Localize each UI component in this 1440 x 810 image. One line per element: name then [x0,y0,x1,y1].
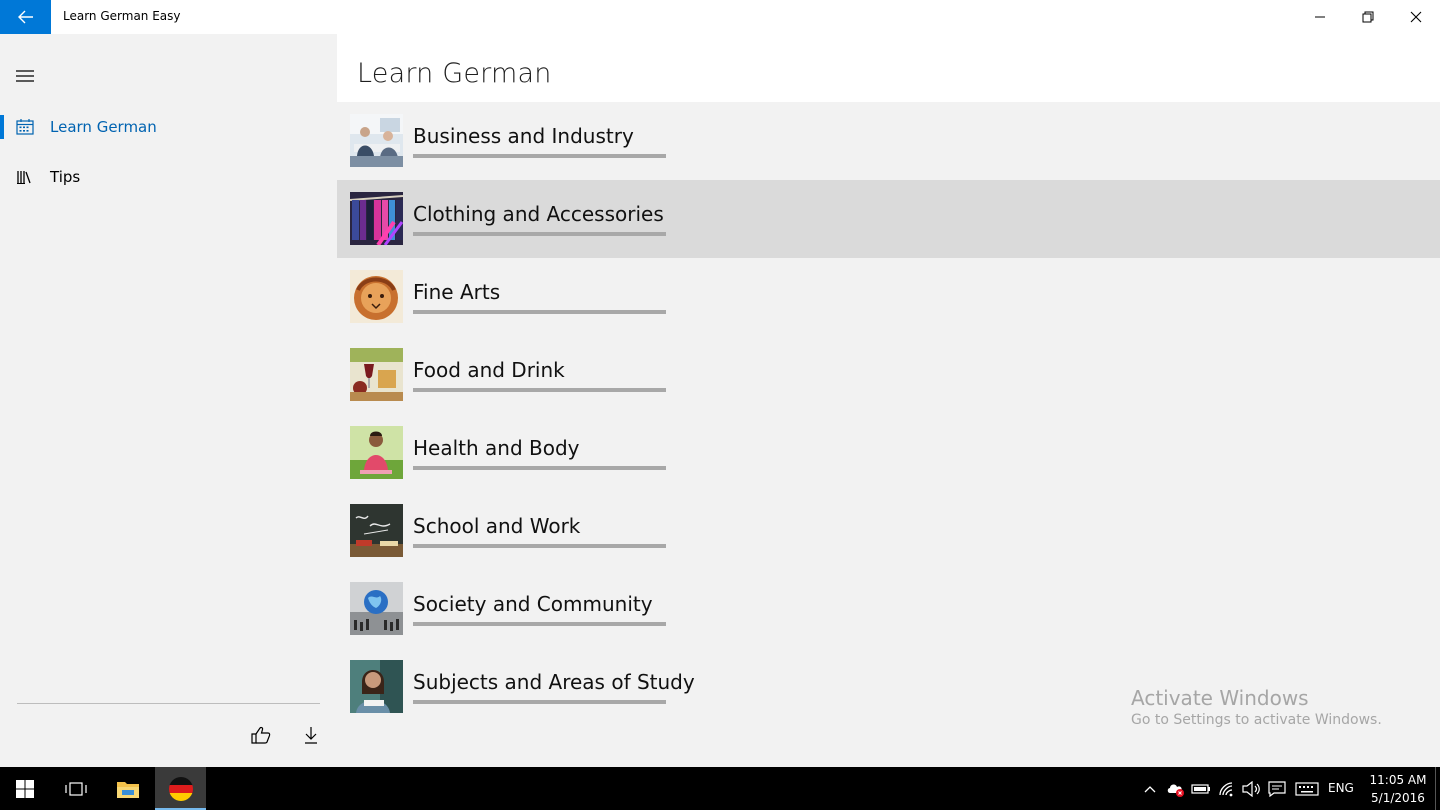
category-business-and-industry[interactable]: Business and Industry [337,102,1440,180]
category-health-and-body[interactable]: Health and Body [337,414,1440,492]
progress-underline [413,466,666,470]
learn-german-taskbar-app[interactable] [155,767,206,810]
clock-date: 5/1/2016 [1371,791,1425,805]
progress-underline [413,544,666,548]
category-label: Fine Arts [413,280,501,304]
clock-time: 11:05 AM [1369,773,1427,787]
back-button[interactable] [0,0,51,34]
category-label: Food and Drink [413,358,565,382]
show-desktop-button[interactable] [1435,767,1440,810]
category-label: Clothing and Accessories [413,202,664,226]
watermark-subtitle: Go to Settings to activate Windows. [1131,712,1382,728]
start-button[interactable] [0,767,50,810]
progress-underline [413,310,666,314]
active-indicator [0,115,4,139]
network-tray-button[interactable] [1216,778,1238,800]
calendar-icon [16,119,34,135]
battery-tray-button[interactable] [1190,778,1212,800]
wifi-icon [1219,782,1233,797]
category-society-and-community[interactable]: Society and Community [337,570,1440,648]
task-view-icon [65,781,87,796]
sidebar-item-learn-german[interactable]: Learn German [0,103,337,151]
clock[interactable]: 11:05 AM 5/1/2016 [1368,771,1428,807]
category-label: Subjects and Areas of Study [413,670,695,694]
school-thumbnail [350,504,403,557]
speaker-icon [1242,781,1260,797]
close-icon [1410,11,1422,23]
cloud-error-icon [1167,784,1184,797]
restore-icon [1362,11,1374,23]
battery-icon [1191,784,1210,794]
progress-underline [413,622,666,626]
business-thumbnail [350,114,403,167]
like-icon [251,726,271,744]
touch-keyboard-button[interactable] [1294,778,1320,800]
folder-icon [117,781,139,798]
progress-underline [413,232,666,236]
main-content: Learn German Business and Industry Cloth… [337,34,1440,767]
study-thumbnail [350,660,403,713]
clothing-thumbnail [350,192,403,245]
category-label: School and Work [413,514,581,538]
volume-tray-button[interactable] [1241,778,1263,800]
german-flag-icon [168,776,193,801]
sidebar-item-tips[interactable]: Tips [0,153,337,201]
minimize-icon [1315,16,1325,18]
arrow-left-icon [17,10,33,24]
restore-button[interactable] [1344,0,1392,34]
category-food-and-drink[interactable]: Food and Drink [337,336,1440,414]
download-icon [305,727,317,744]
rate-button[interactable] [244,720,278,750]
task-view-button[interactable] [52,767,100,810]
download-button[interactable] [294,720,328,750]
sidebar-divider [17,703,320,704]
fine-arts-thumbnail [350,270,403,323]
page-title: Learn German [357,58,552,89]
input-language-indicator[interactable]: ENG [1328,781,1354,795]
chevron-up-icon [1144,786,1156,793]
food-thumbnail [350,348,403,401]
windows-logo-icon [16,779,34,798]
onedrive-tray-button[interactable] [1165,778,1187,800]
category-label: Society and Community [413,592,653,616]
sidebar-item-label: Tips [50,168,81,186]
category-fine-arts[interactable]: Fine Arts [337,258,1440,336]
action-center-button[interactable] [1266,778,1288,800]
hamburger-menu-button[interactable] [0,54,50,98]
society-thumbnail [350,582,403,635]
close-button[interactable] [1392,0,1440,34]
watermark-title: Activate Windows [1131,686,1309,710]
category-school-and-work[interactable]: School and Work [337,492,1440,570]
title-bar: Learn German Easy [0,0,1440,34]
notification-icon [1268,781,1286,797]
show-hidden-icons-button[interactable] [1139,778,1161,800]
hamburger-icon [16,70,34,82]
minimize-button[interactable] [1296,0,1344,34]
progress-underline [413,154,666,158]
app-title: Learn German Easy [63,9,181,23]
health-thumbnail [350,426,403,479]
category-label: Health and Body [413,436,580,460]
sidebar: Learn German Tips [0,34,337,767]
progress-underline [413,388,666,392]
activation-watermark: Activate Windows Go to Settings to activ… [1131,686,1382,728]
taskbar: ENG 11:05 AM 5/1/2016 [0,767,1440,810]
page-header: Learn German [337,34,1440,102]
category-label: Business and Industry [413,124,634,148]
progress-underline [413,700,666,704]
category-clothing-and-accessories[interactable]: Clothing and Accessories [337,180,1440,258]
file-explorer-button[interactable] [104,767,152,810]
sidebar-item-label: Learn German [50,118,157,136]
library-icon [17,171,31,184]
keyboard-icon [1295,782,1319,796]
